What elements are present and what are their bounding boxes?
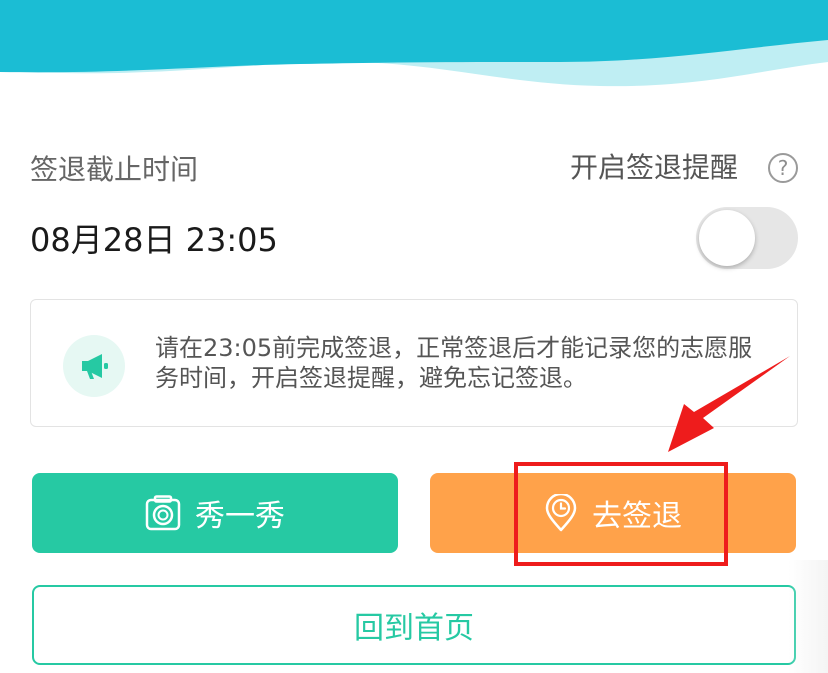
signout-button-label: 去签退 [592,499,682,534]
help-icon[interactable]: ? [768,153,798,183]
show-button-label: 秀一秀 [195,499,285,534]
deadline-value: 08月28日 23:05 [30,221,278,259]
reminder-label: 开启签退提醒 [569,151,738,184]
notice-text: 请在23:05前完成签退，正常签退后才能记录您的志愿服务时间，开启签退提醒，避免… [155,334,753,392]
deadline-label: 签退截止时间 [30,153,199,186]
megaphone-icon [63,335,125,397]
show-button[interactable]: 秀一秀 [32,473,398,553]
toggle-knob [699,210,755,266]
notice-card: 请在23:05前完成签退，正常签退后才能记录您的志愿服务时间，开启签退提醒，避免… [30,299,798,427]
home-button[interactable]: 回到首页 [32,585,796,665]
signout-button[interactable]: 去签退 [430,473,796,553]
camera-icon [145,495,181,531]
edge-shadow [788,560,828,673]
location-clock-icon [544,494,578,532]
reminder-toggle[interactable] [696,207,798,269]
header-wave [0,0,828,87]
